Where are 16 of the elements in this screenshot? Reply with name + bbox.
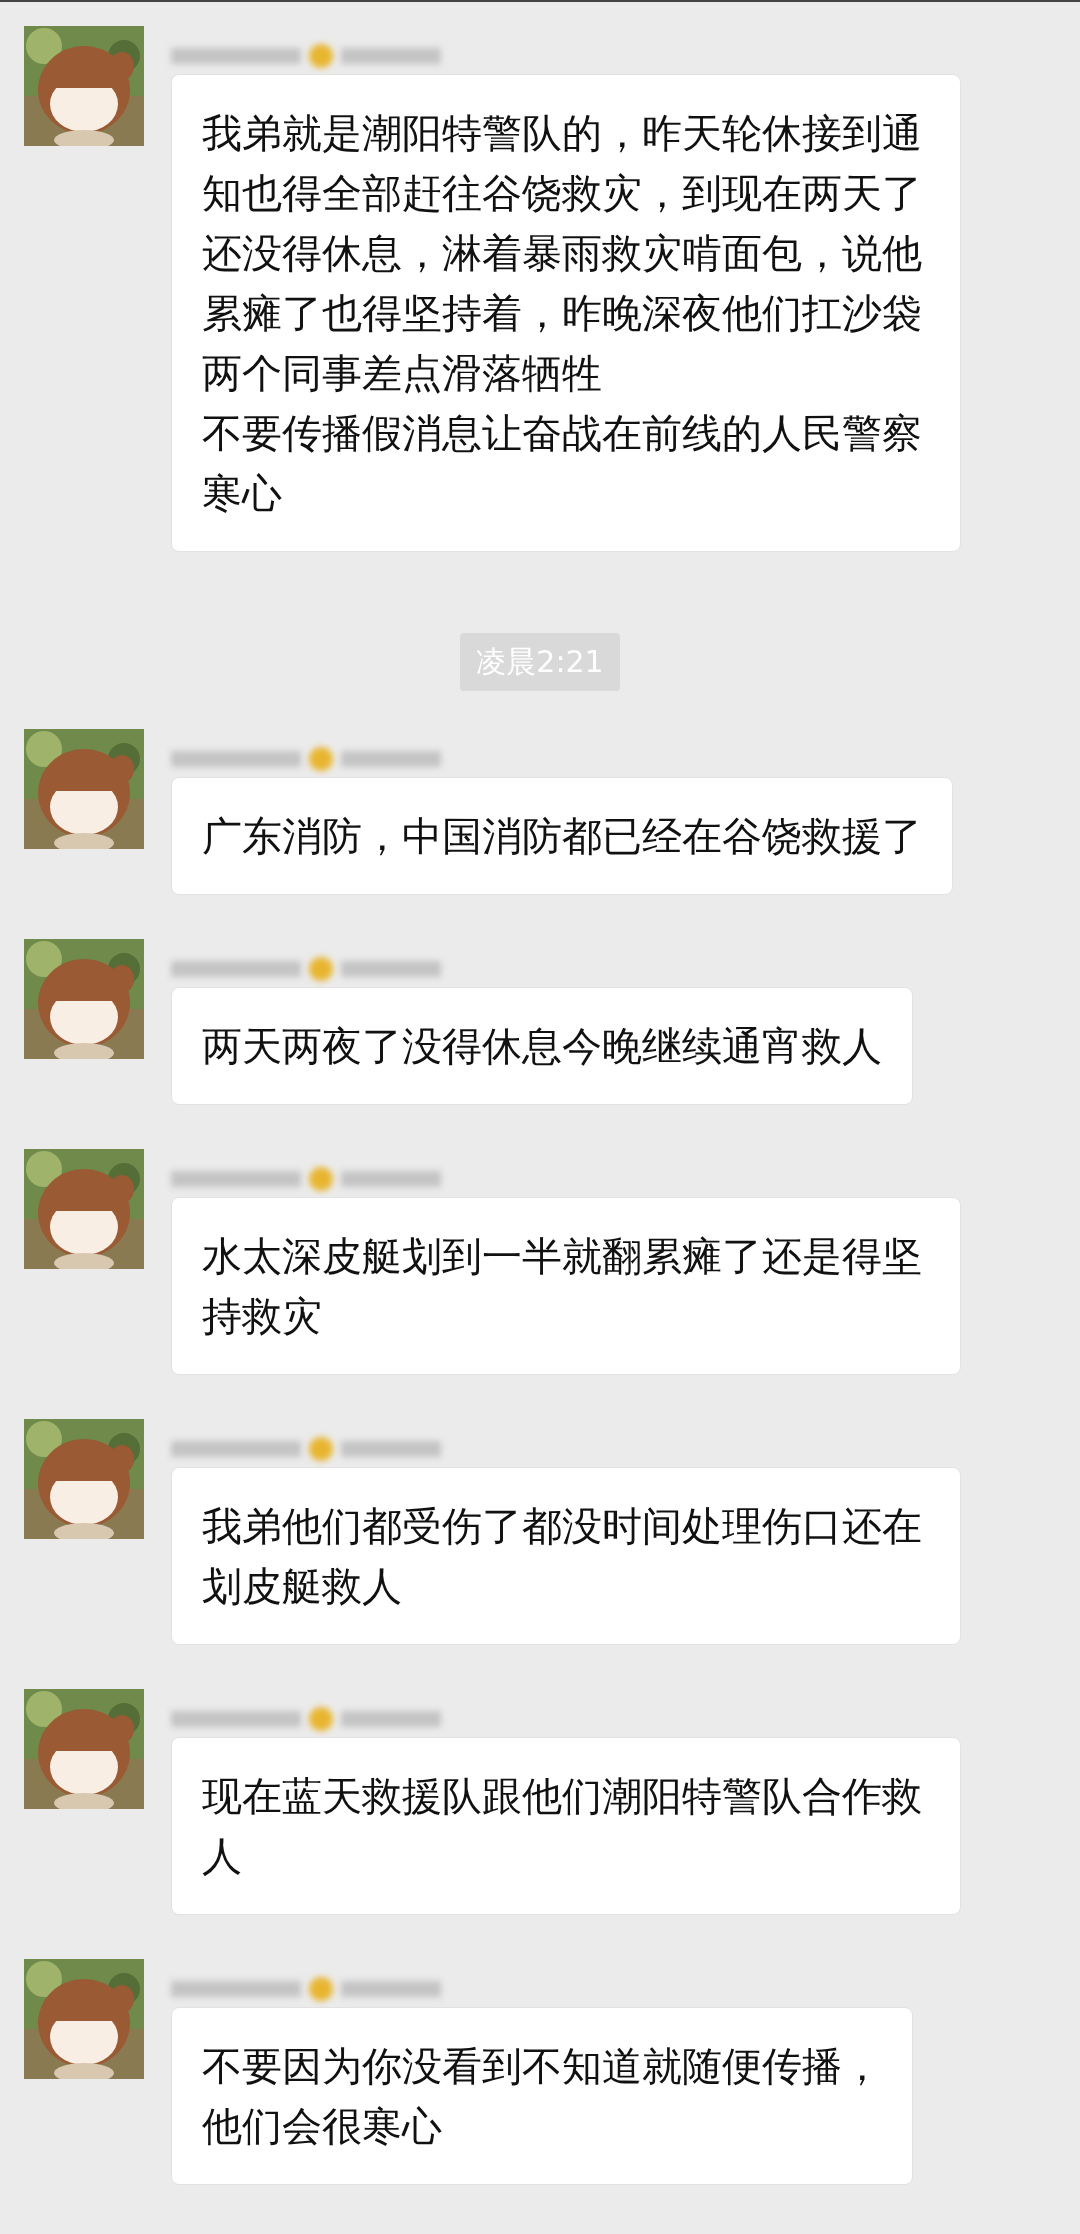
avatar[interactable] [24,26,144,146]
message-text: 不要传播假消息让奋战在前线的人民警察寒心 [202,409,923,518]
message-text: 水太深皮艇划到一半就翻累瘫了还是得坚持救灾 [202,1232,923,1341]
avatar[interactable] [24,939,144,1059]
avatar[interactable] [24,1149,144,1269]
avatar[interactable] [24,1959,144,2079]
message-text: 现在蓝天救援队跟他们潮阳特警队合作救人 [202,1772,923,1881]
avatar[interactable] [24,1419,144,1539]
message-text: 不要因为你没看到不知道就随便传播， [202,2042,882,2091]
message-text: 广东消防，中国消防都已经在谷饶救援了 [202,812,922,861]
message-text: 他们会很寒心 [202,2102,443,2151]
message-text: 我弟他们都受伤了都没时间处理伤口还在划皮艇救人 [202,1502,923,1611]
avatar[interactable] [24,1689,144,1809]
message-text: 两天两夜了没得休息今晚继续通宵救人 [202,1022,882,1071]
avatar[interactable] [24,729,144,849]
message-text: 我弟就是潮阳特警队的，昨天轮休接到通知也得全部赶往谷饶救灾，到现在两天了还没得休息，淋着暴雨救灾啃面包，说他累瘫了也得坚持着，昨晚深夜他们扛沙袋两个同事差点滑落牺牲 [202,109,923,398]
